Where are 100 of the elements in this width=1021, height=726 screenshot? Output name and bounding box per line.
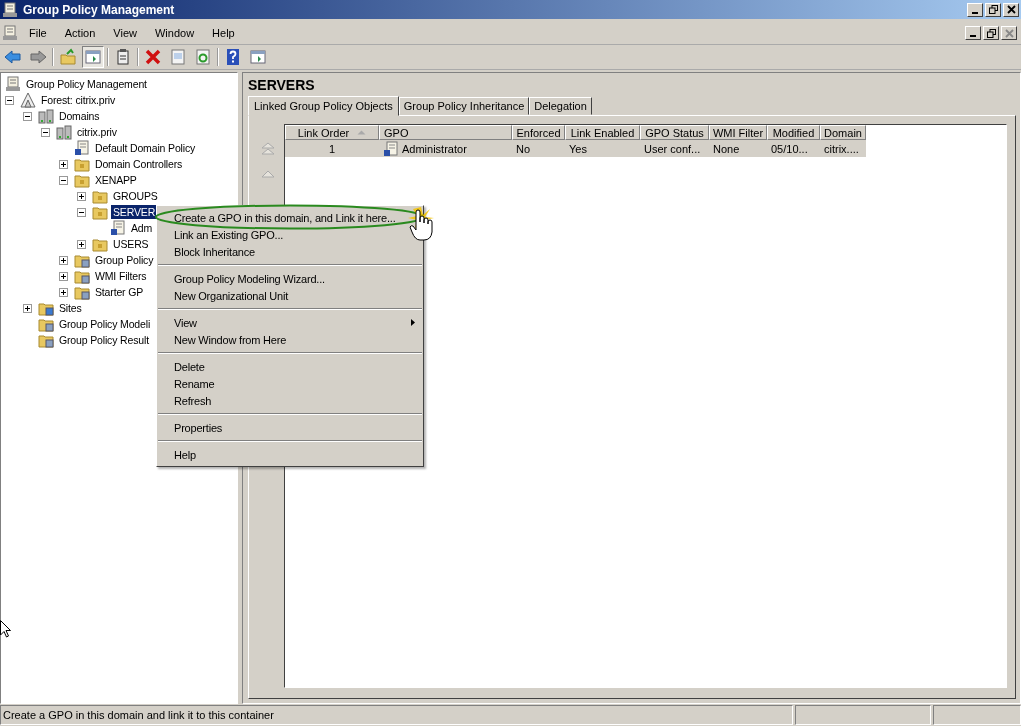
- menu-item[interactable]: View: [157, 314, 423, 331]
- restore-button[interactable]: [985, 2, 1001, 17]
- tree-item[interactable]: Domains: [57, 109, 102, 123]
- menu-item[interactable]: New Window from Here: [157, 331, 423, 348]
- tree-item[interactable]: Forest: citrix.priv: [39, 93, 118, 107]
- folder-icon: [74, 156, 90, 172]
- collapse-toggle[interactable]: [59, 175, 68, 185]
- tree-item[interactable]: Sites: [57, 301, 84, 315]
- table-cell: User conf...: [644, 142, 701, 155]
- folder-icon: [74, 268, 90, 284]
- tree-item[interactable]: Group Policy Result: [57, 333, 151, 347]
- menu-item[interactable]: File: [23, 27, 55, 39]
- policy-icon: [110, 220, 126, 236]
- folder-icon: [38, 332, 54, 348]
- panel-icon[interactable]: [82, 46, 104, 68]
- menu-item[interactable]: Action: [56, 27, 104, 39]
- menu-item[interactable]: Group Policy Modeling Wizard...: [157, 270, 423, 287]
- tree-item[interactable]: Default Domain Policy: [93, 141, 198, 155]
- table-cell: 05/10...: [771, 142, 808, 155]
- column-header[interactable]: Enforced: [512, 125, 565, 140]
- tree-item[interactable]: SERVER: [111, 205, 158, 219]
- expand-toggle[interactable]: [59, 271, 68, 281]
- menu-item[interactable]: Refresh: [157, 392, 423, 409]
- menu-item[interactable]: New Organizational Unit: [157, 287, 423, 304]
- table-cell: No: [516, 142, 531, 155]
- collapse-toggle[interactable]: [41, 127, 50, 137]
- table-row[interactable]: 1 Administrator No Yes User conf... None 05/10... citrix....: [285, 140, 866, 157]
- folder-icon: [38, 300, 54, 316]
- expand-toggle[interactable]: [77, 239, 86, 249]
- console-icon: [5, 76, 21, 92]
- expand-toggle[interactable]: [59, 287, 68, 297]
- expand-toggle[interactable]: [77, 191, 86, 201]
- tree-item[interactable]: Group Policy Management: [24, 77, 149, 91]
- close-button[interactable]: [1003, 2, 1019, 17]
- tree-item[interactable]: GROUPS: [111, 189, 160, 203]
- tree-item[interactable]: WMI Filters: [93, 269, 149, 283]
- close-icon: [1004, 28, 1014, 38]
- tree-item[interactable]: Group Policy Modeli: [57, 317, 153, 331]
- table-cell: None: [713, 142, 740, 155]
- column-header[interactable]: Link Enabled: [565, 125, 640, 140]
- folder-icon: [92, 188, 108, 204]
- window-title: Group Policy Management: [23, 2, 175, 17]
- menu-item[interactable]: Window: [146, 27, 203, 39]
- folder-icon: [74, 284, 90, 300]
- restore-button[interactable]: [983, 26, 999, 40]
- menu-item[interactable]: View: [105, 27, 145, 39]
- tree-item[interactable]: XENAPP: [93, 173, 139, 187]
- table-cell: Yes: [569, 142, 587, 155]
- tree-item[interactable]: Domain Controllers: [93, 157, 185, 171]
- collapse-toggle[interactable]: [23, 111, 32, 121]
- menu-item[interactable]: Properties: [157, 419, 423, 436]
- column-header[interactable]: Modified: [767, 125, 820, 140]
- console-icon: [2, 1, 18, 18]
- collapse-toggle[interactable]: [77, 207, 86, 217]
- submenu-arrow-icon: [411, 319, 415, 326]
- column-header[interactable]: Domain: [820, 125, 866, 140]
- expand-toggle[interactable]: [59, 255, 68, 265]
- section-heading: SERVERS: [248, 77, 316, 95]
- close-icon: [1006, 5, 1016, 14]
- close-button[interactable]: [1001, 26, 1017, 40]
- collapse-toggle[interactable]: [5, 95, 14, 105]
- folder-icon: [92, 204, 108, 220]
- menu-item[interactable]: Rename: [157, 375, 423, 392]
- tree-item[interactable]: Adm: [129, 221, 155, 235]
- menu-item[interactable]: Delete: [157, 358, 423, 375]
- server-icon: [56, 124, 72, 140]
- server-icon: [38, 108, 54, 124]
- tree-item[interactable]: Group Policy: [93, 253, 156, 267]
- tab[interactable]: Linked Group Policy Objects: [248, 96, 399, 116]
- expand-toggle[interactable]: [59, 159, 68, 169]
- status-text: Create a GPO in this domain and link it to this container: [0, 705, 793, 725]
- folder-icon: [74, 172, 90, 188]
- column-header[interactable]: WMI Filter: [709, 125, 767, 140]
- table-cell: Administrator: [402, 142, 467, 155]
- menu-item[interactable]: Help: [157, 446, 423, 463]
- policy-icon: [383, 140, 399, 157]
- column-header[interactable]: Link Order: [285, 125, 379, 140]
- column-header[interactable]: GPO Status: [640, 125, 709, 140]
- table-cell: 1: [328, 142, 336, 155]
- tree-item[interactable]: USERS: [111, 237, 151, 251]
- minimize-button[interactable]: [967, 2, 983, 17]
- folder-icon: [38, 316, 54, 332]
- folder-icon: [92, 236, 108, 252]
- tree-item[interactable]: citrix.priv: [75, 125, 119, 139]
- minimize-icon: [972, 11, 978, 14]
- tree-item[interactable]: Starter GP: [93, 285, 146, 299]
- folder-icon: [74, 252, 90, 268]
- restore-icon: [986, 28, 996, 38]
- restore-icon: [988, 5, 998, 14]
- menu-item[interactable]: Help: [204, 27, 243, 39]
- policy-icon: [74, 140, 90, 156]
- table-cell: citrix....: [824, 142, 859, 155]
- minimize-icon: [970, 35, 976, 37]
- expand-toggle[interactable]: [23, 303, 32, 313]
- tab[interactable]: Delegation: [529, 97, 592, 115]
- column-header[interactable]: GPO: [379, 125, 512, 140]
- tab[interactable]: Group Policy Inheritance: [398, 97, 530, 115]
- minimize-button[interactable]: [965, 26, 981, 40]
- menu-item[interactable]: Block Inheritance: [157, 243, 423, 260]
- triangle-icon: [20, 92, 36, 108]
